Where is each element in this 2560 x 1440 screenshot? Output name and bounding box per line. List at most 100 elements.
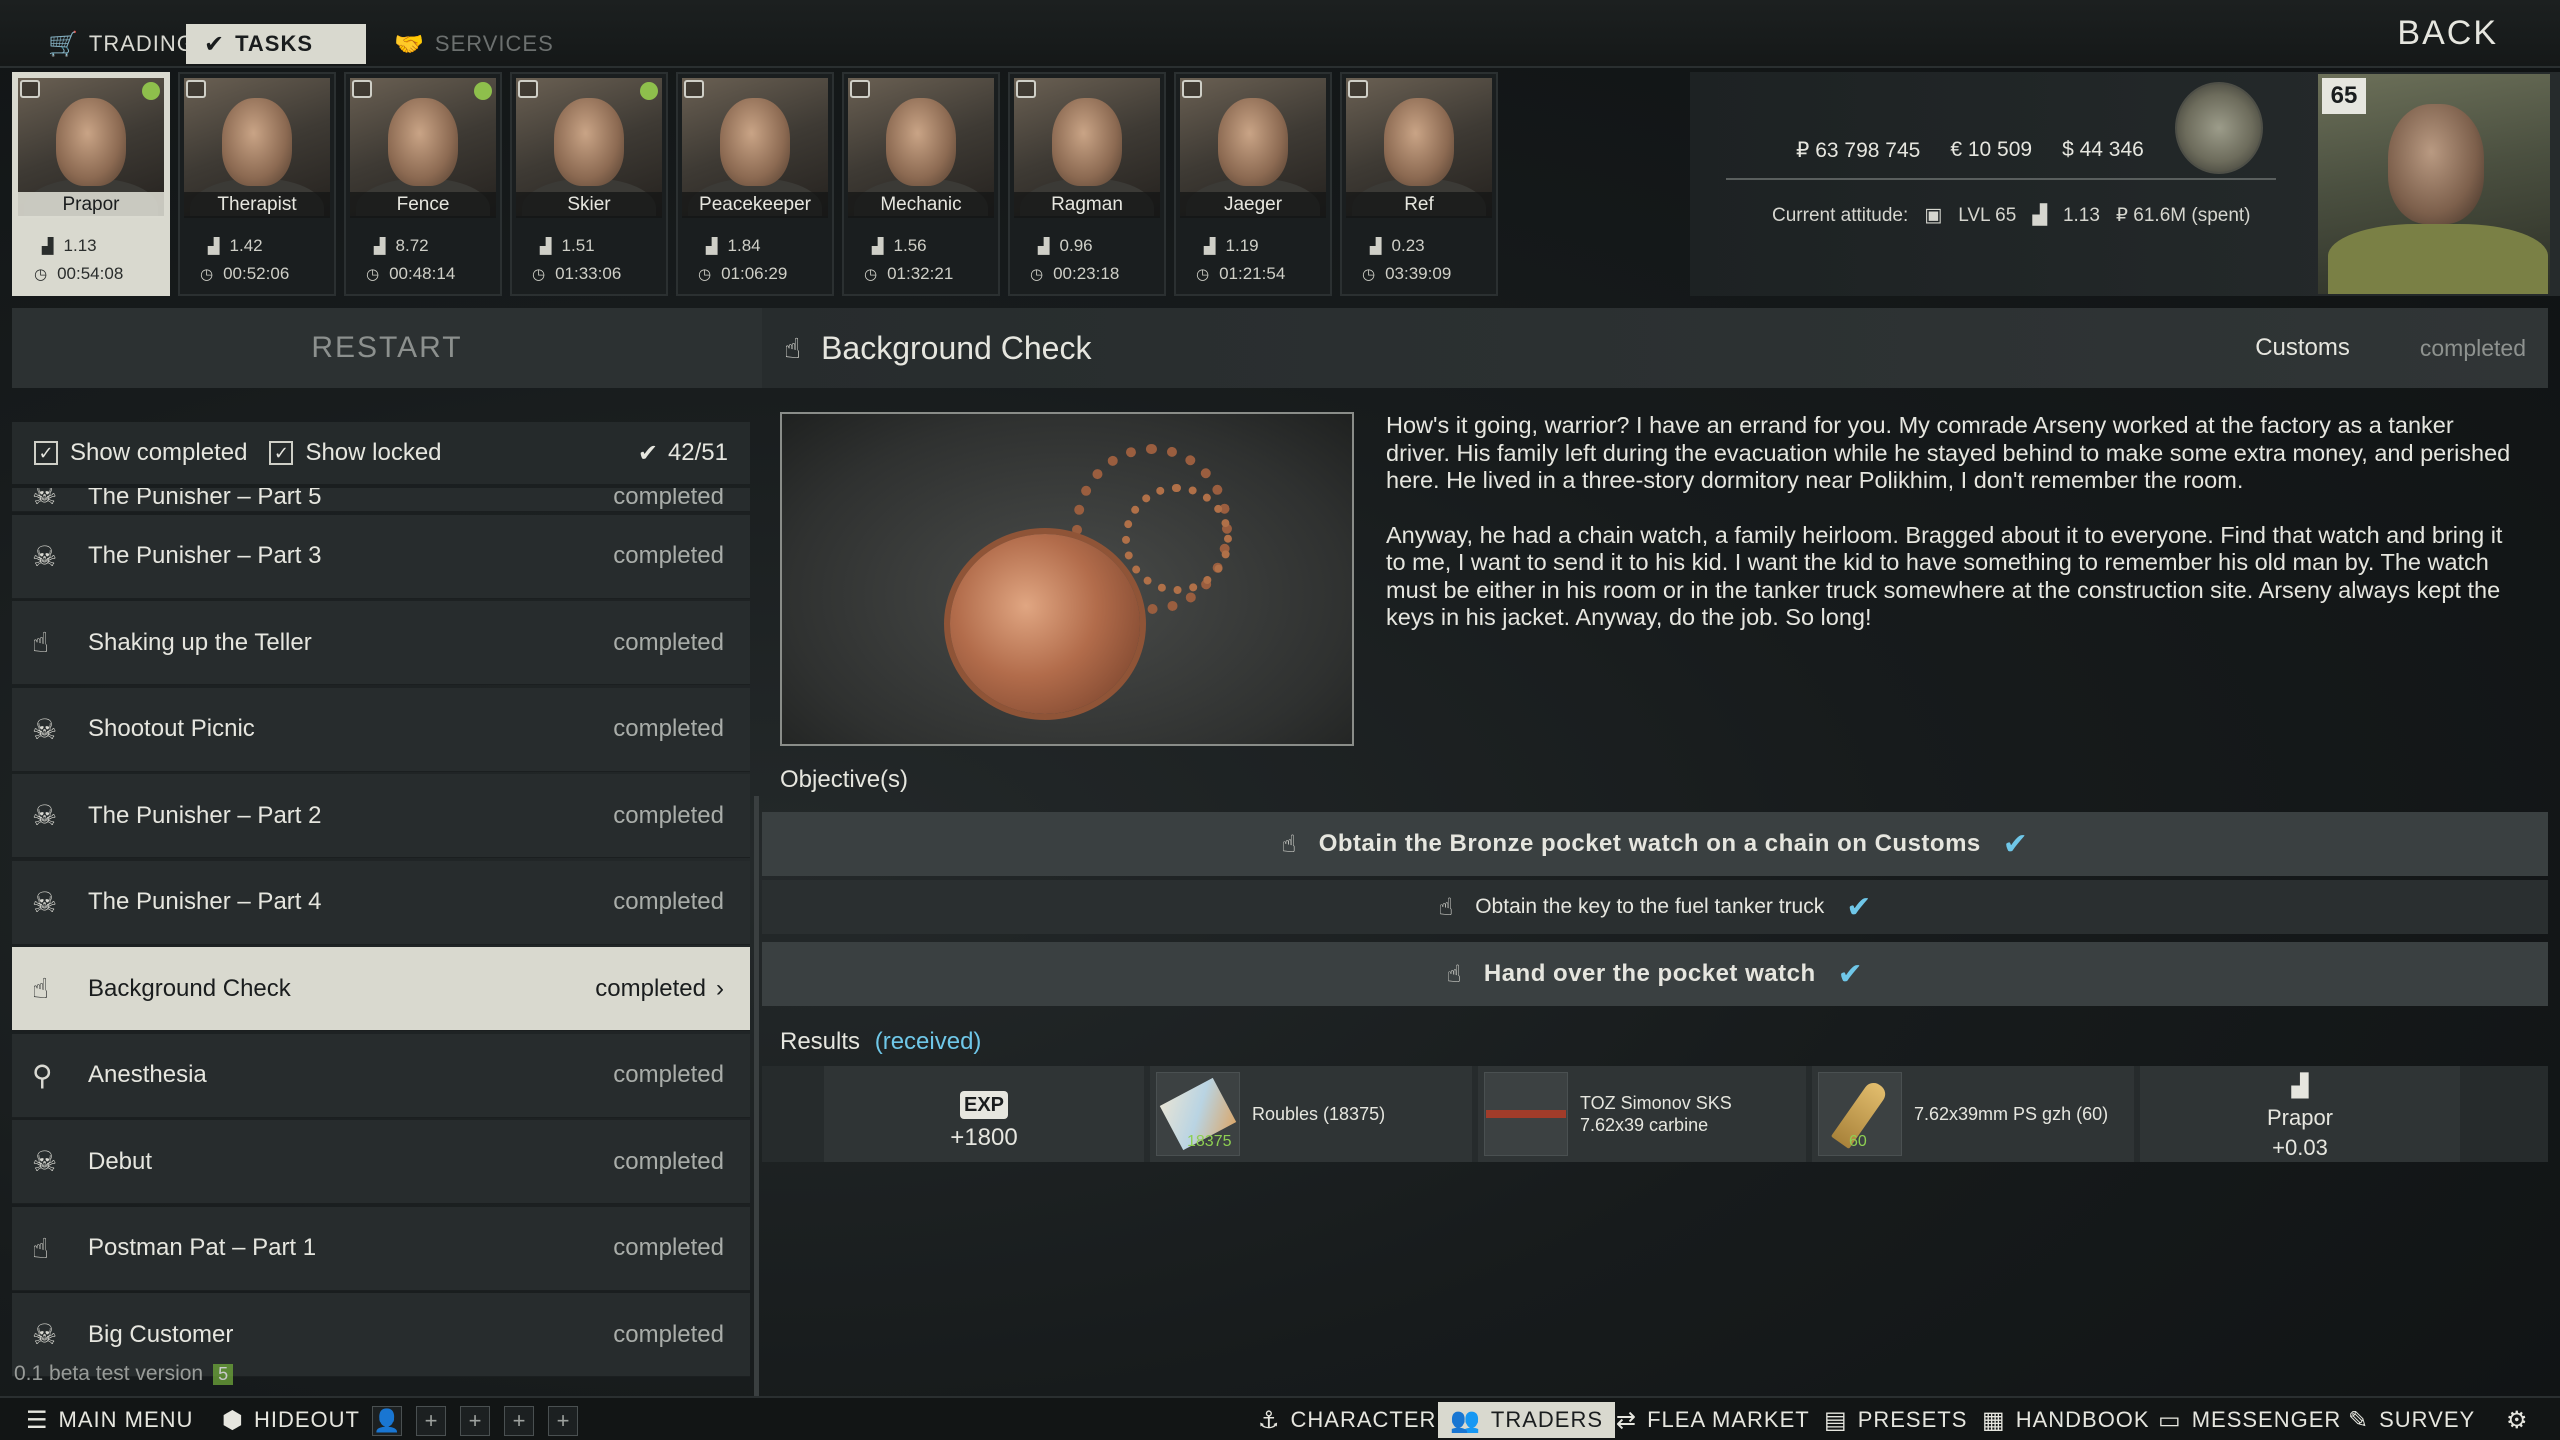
trader-card-therapist[interactable]: Therapist ▟ 1.42 ◷ 00:52:06 (178, 72, 336, 296)
reputation-icon: ▟ (706, 238, 718, 255)
task-row[interactable]: ☠ Shootout Picnic completed (12, 687, 750, 772)
messenger-icon: ▭ (2158, 1406, 2182, 1434)
task-row[interactable]: ☠ The Punisher – Part 4 completed (12, 860, 750, 945)
trader-restock-time: 01:32:21 (887, 264, 954, 283)
player-avatar[interactable]: 65 (2318, 74, 2550, 294)
player-level-badge: 65 (2322, 78, 2366, 114)
rifle-item-icon (1484, 1072, 1568, 1156)
trader-restock-time: 01:21:54 (1219, 264, 1286, 283)
main-menu-button[interactable]: ☰ MAIN MENU (14, 1402, 205, 1438)
trader-card-prapor[interactable]: Prapor ▟ 1.13 ◷ 00:54:08 (12, 72, 170, 296)
messenger-label: MESSENGER (2191, 1407, 2342, 1432)
handbook-button[interactable]: ▦ HANDBOOK (1970, 1402, 2162, 1438)
trader-card-fence[interactable]: Fence ▟ 8.72 ◷ 00:48:14 (344, 72, 502, 296)
survey-label: SURVEY (2379, 1407, 2476, 1432)
task-row[interactable]: ☝ Postman Pat – Part 1 completed (12, 1206, 750, 1291)
add-slot-icon[interactable]: + (460, 1406, 490, 1436)
messenger-button[interactable]: ▭ MESSENGER (2146, 1402, 2353, 1438)
task-row[interactable]: ⚲ Anesthesia completed (12, 1033, 750, 1118)
hand-icon: ☝ (32, 627, 50, 658)
clock-icon: ◷ (532, 266, 546, 283)
task-location: Customs (2255, 334, 2350, 361)
tab-tasks[interactable]: ✔ TASKS (186, 24, 366, 64)
loyalty-badge-icon (518, 80, 538, 98)
show-locked-toggle[interactable]: ✓ Show locked (269, 439, 442, 467)
trader-restock-time: 01:33:06 (555, 264, 622, 283)
show-completed-toggle[interactable]: ✓ Show completed (34, 439, 247, 467)
trader-name: Therapist (184, 192, 330, 218)
traders-button[interactable]: 👥 TRADERS (1438, 1402, 1616, 1438)
version-text: 0.1 beta test version (14, 1362, 204, 1385)
clock-icon: ◷ (366, 266, 380, 283)
restart-button[interactable]: RESTART (12, 308, 762, 388)
task-list-scrollbar[interactable] (754, 796, 759, 1396)
tab-tasks-label: TASKS (235, 31, 314, 56)
trader-restock: ◷ 01:06:29 (698, 264, 787, 284)
profile-icon[interactable]: 👤 (372, 1406, 402, 1436)
objective-row: ☝ Obtain the key to the fuel tanker truc… (762, 880, 2548, 934)
quest-paragraph: How's it going, warrior? I have an erran… (1386, 412, 2511, 493)
trader-card-peacekeeper[interactable]: Peacekeeper ▟ 1.84 ◷ 01:06:29 (676, 72, 834, 296)
trader-card-ragman[interactable]: Ragman ▟ 0.96 ◷ 00:23:18 (1008, 72, 1166, 296)
trader-restock: ◷ 00:23:18 (1030, 264, 1119, 284)
task-row[interactable]: ☠ The Punisher – Part 3 completed (12, 514, 750, 599)
trader-name: Prapor (18, 192, 164, 218)
clock-icon: ◷ (1362, 266, 1376, 283)
trader-card-jaeger[interactable]: Jaeger ▟ 1.19 ◷ 01:21:54 (1174, 72, 1332, 296)
loyalty-badge-icon (1016, 80, 1036, 98)
reward-roubles[interactable]: 18375 Roubles (18375) (1150, 1066, 1472, 1162)
tab-services[interactable]: 🤝 SERVICES (376, 24, 572, 64)
presets-button[interactable]: ▤ PRESETS (1812, 1402, 1979, 1438)
trader-restock: ◷ 00:48:14 (366, 264, 455, 284)
task-row[interactable]: ☠ The Punisher – Part 5 completed (12, 488, 750, 512)
add-slot-icon[interactable]: + (548, 1406, 578, 1436)
bottom-nav-bar: ☰ MAIN MENU ⬢ HIDEOUT 👤 + + + + ⚓ CHARAC… (0, 1396, 2560, 1440)
flea-market-button[interactable]: ⇄ FLEA MARKET (1604, 1402, 1822, 1438)
trader-card-ref[interactable]: Ref ▟ 0.23 ◷ 03:39:09 (1340, 72, 1498, 296)
handshake-icon: 🤝 (394, 30, 425, 58)
reputation-icon: ▟ (872, 238, 884, 255)
skull-icon: ☠ (32, 800, 58, 831)
settings-button[interactable]: ⚙ (2494, 1402, 2541, 1438)
add-slot-icon[interactable]: + (416, 1406, 446, 1436)
task-row[interactable]: ☠ Debut completed (12, 1120, 750, 1204)
ammo-label: 7.62x39mm PS gzh (60) (1914, 1104, 2109, 1124)
trader-restock-time: 00:54:08 (57, 264, 124, 283)
trader-standing-value: 1.84 (727, 236, 761, 255)
trader-restock-time: 00:23:18 (1053, 264, 1120, 283)
task-count-value: 42/51 (667, 439, 728, 466)
back-button[interactable]: BACK (2397, 14, 2498, 53)
objective-text: Obtain the key to the fuel tanker truck (1475, 895, 1825, 918)
currency-balances: ₽ 63 798 745 € 10 509 $ 44 346 (1796, 138, 2144, 163)
reputation-icon: ▟ (2032, 205, 2047, 226)
trader-restock-time: 00:52:06 (223, 264, 290, 283)
clock-icon: ◷ (1196, 266, 1210, 283)
results-title: Results (780, 1028, 861, 1055)
reputation-icon: ▟ (1370, 238, 1382, 255)
task-name: Postman Pat – Part 1 (88, 1234, 317, 1261)
trader-card-skier[interactable]: Skier ▟ 1.51 ◷ 01:33:06 (510, 72, 668, 296)
dollars-balance: $ 44 346 (2062, 138, 2144, 161)
attitude-label: Current attitude: (1772, 204, 1909, 226)
reward-rifle[interactable]: TOZ Simonov SKS 7.62x39 carbine (1478, 1066, 1806, 1162)
handbook-label: HANDBOOK (2015, 1407, 2150, 1432)
task-status: completed (613, 801, 724, 829)
task-row[interactable]: ☠ The Punisher – Part 2 completed (12, 774, 750, 858)
survey-button[interactable]: ✎ SURVEY (2336, 1402, 2487, 1438)
task-row[interactable]: ☝ Shaking up the Teller completed (12, 601, 750, 685)
task-title: Background Check (821, 329, 1092, 366)
add-slot-icon[interactable]: + (504, 1406, 534, 1436)
trader-card-mechanic[interactable]: Mechanic ▟ 1.56 ◷ 01:32:21 (842, 72, 1000, 296)
task-row[interactable]: ☝ Background Check completed › (12, 947, 750, 1031)
trader-standing: ▟ 1.13 (42, 236, 97, 256)
task-name: Debut (88, 1147, 153, 1175)
hand-icon: ☝ (32, 973, 50, 1004)
task-name: Background Check (88, 974, 291, 1002)
loyalty-badge-icon (186, 80, 206, 98)
hideout-button[interactable]: ⬢ HIDEOUT (210, 1402, 372, 1438)
reward-ammo[interactable]: 60 7.62x39mm PS gzh (60) (1812, 1066, 2134, 1162)
avatar-head (2388, 104, 2484, 224)
task-status: completed (2419, 334, 2526, 361)
trader-standing-value: 8.72 (395, 236, 429, 255)
character-button[interactable]: ⚓ CHARACTER (1246, 1402, 1448, 1438)
